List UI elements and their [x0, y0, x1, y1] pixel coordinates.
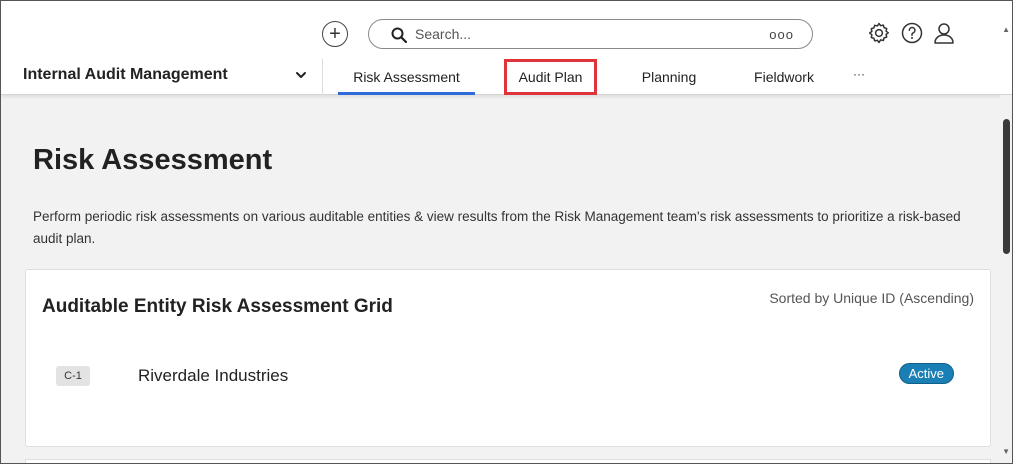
more-tabs-icon[interactable]: ··· — [853, 67, 865, 81]
nav-divider — [322, 59, 323, 95]
grid-title: Auditable Entity Risk Assessment Grid — [42, 296, 393, 317]
search-input[interactable]: Search... ooo — [368, 19, 813, 49]
plus-circle-icon[interactable]: + — [322, 21, 348, 47]
tab-audit-plan[interactable]: Audit Plan — [504, 59, 597, 95]
search-icon — [391, 27, 407, 43]
scroll-thumb[interactable] — [1003, 119, 1010, 254]
status-badge: Active — [898, 363, 954, 384]
list-item[interactable]: C-1 Riverdale Industries Active — [26, 360, 990, 390]
app-switcher[interactable]: Internal Audit Management — [23, 66, 228, 84]
next-card-edge — [25, 459, 991, 463]
tab-fieldwork[interactable]: Fieldwork — [739, 59, 829, 95]
page-title: Risk Assessment — [33, 144, 273, 176]
gear-icon[interactable] — [865, 19, 893, 47]
chevron-down-icon[interactable] — [295, 70, 307, 80]
user-icon[interactable] — [930, 19, 958, 47]
tab-planning[interactable]: Planning — [629, 59, 709, 95]
nav-bar: Internal Audit Management Risk Assessmen… — [1, 59, 1012, 95]
scroll-up-arrow-icon[interactable]: ▲ — [1002, 25, 1010, 34]
sort-label[interactable]: Sorted by Unique ID (Ascending) — [769, 290, 974, 306]
risk-assessment-grid-card: Auditable Entity Risk Assessment Grid So… — [25, 269, 991, 447]
search-options-icon[interactable]: ooo — [769, 27, 794, 42]
top-bar: + Search... ooo ▲ — [1, 1, 1012, 59]
entity-name[interactable]: Riverdale Industries — [138, 366, 288, 386]
entity-id-badge: C-1 — [56, 366, 90, 386]
tab-risk-assessment[interactable]: Risk Assessment — [338, 59, 475, 95]
help-icon[interactable] — [898, 19, 926, 47]
scroll-down-arrow-icon[interactable]: ▼ — [1002, 447, 1010, 456]
page-description: Perform periodic risk assessments on var… — [33, 209, 961, 246]
search-placeholder: Search... — [415, 26, 472, 42]
app-window: + Search... ooo ▲ Internal Audit Managem… — [0, 0, 1013, 464]
